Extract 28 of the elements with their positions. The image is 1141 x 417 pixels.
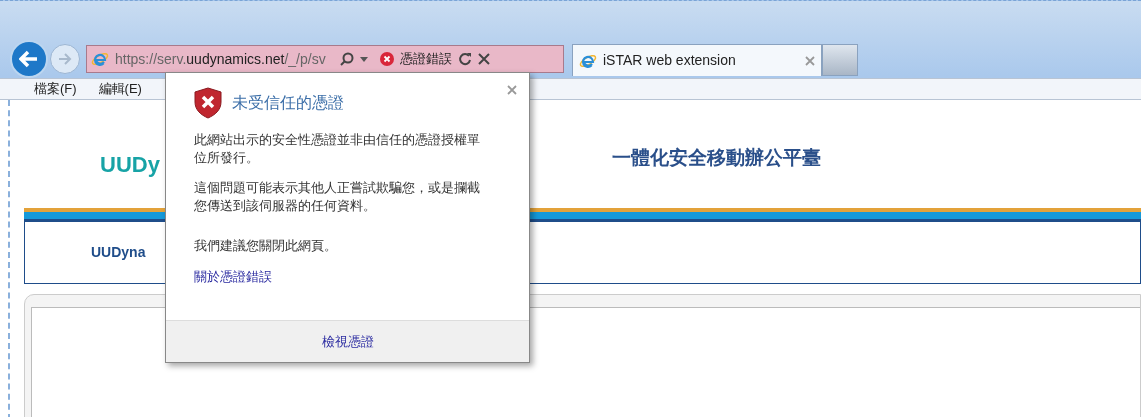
shield-error-icon bbox=[194, 87, 222, 119]
caret-icon[interactable] bbox=[359, 56, 368, 62]
popup-title: 未受信任的憑證 bbox=[232, 93, 344, 113]
back-button[interactable] bbox=[10, 40, 48, 78]
url-text: https://serv.uudynamics.net/_/p/sv bbox=[115, 49, 326, 69]
nav-text: UUDyna bbox=[91, 243, 146, 262]
error-icon bbox=[379, 52, 394, 66]
right-arrow-icon bbox=[58, 53, 72, 65]
site-logo: UUDy bbox=[100, 150, 160, 179]
refresh-icon[interactable] bbox=[457, 52, 472, 66]
browser-tab[interactable]: iSTAR web extension bbox=[572, 44, 822, 76]
left-arrow-icon bbox=[19, 50, 39, 68]
search-icon[interactable] bbox=[339, 52, 354, 66]
menu-item[interactable]: 編輯(E) bbox=[98, 79, 142, 99]
close-icon[interactable] bbox=[507, 85, 517, 95]
popup-message: 此網站出示的安全性憑證並非由信任的憑證授權單位所發行。 bbox=[194, 131, 481, 167]
site-title: 一體化安全移動辦公平臺 bbox=[611, 144, 821, 170]
address-bar[interactable]: https://serv.uudynamics.net/_/p/sv 憑證錯誤 bbox=[86, 45, 564, 73]
browser-logo-icon bbox=[91, 50, 109, 68]
menu-item[interactable]: 檔案(F) bbox=[34, 79, 77, 99]
popup-message: 我們建議您關閉此網頁。 bbox=[194, 237, 338, 255]
tab-title: iSTAR web extension bbox=[603, 51, 737, 70]
certificate-error-text[interactable]: 憑證錯誤 bbox=[399, 49, 452, 69]
view-certificate-button[interactable]: 檢視憑證 bbox=[166, 320, 529, 362]
close-icon[interactable] bbox=[805, 55, 815, 66]
popup-message: 這個問題可能表示其他人正嘗試欺騙您，或是攔截您傳送到該伺服器的任何資料。 bbox=[194, 179, 481, 215]
certificate-error-link[interactable]: 關於憑證錯誤 bbox=[194, 267, 272, 287]
close-icon[interactable] bbox=[477, 53, 490, 65]
